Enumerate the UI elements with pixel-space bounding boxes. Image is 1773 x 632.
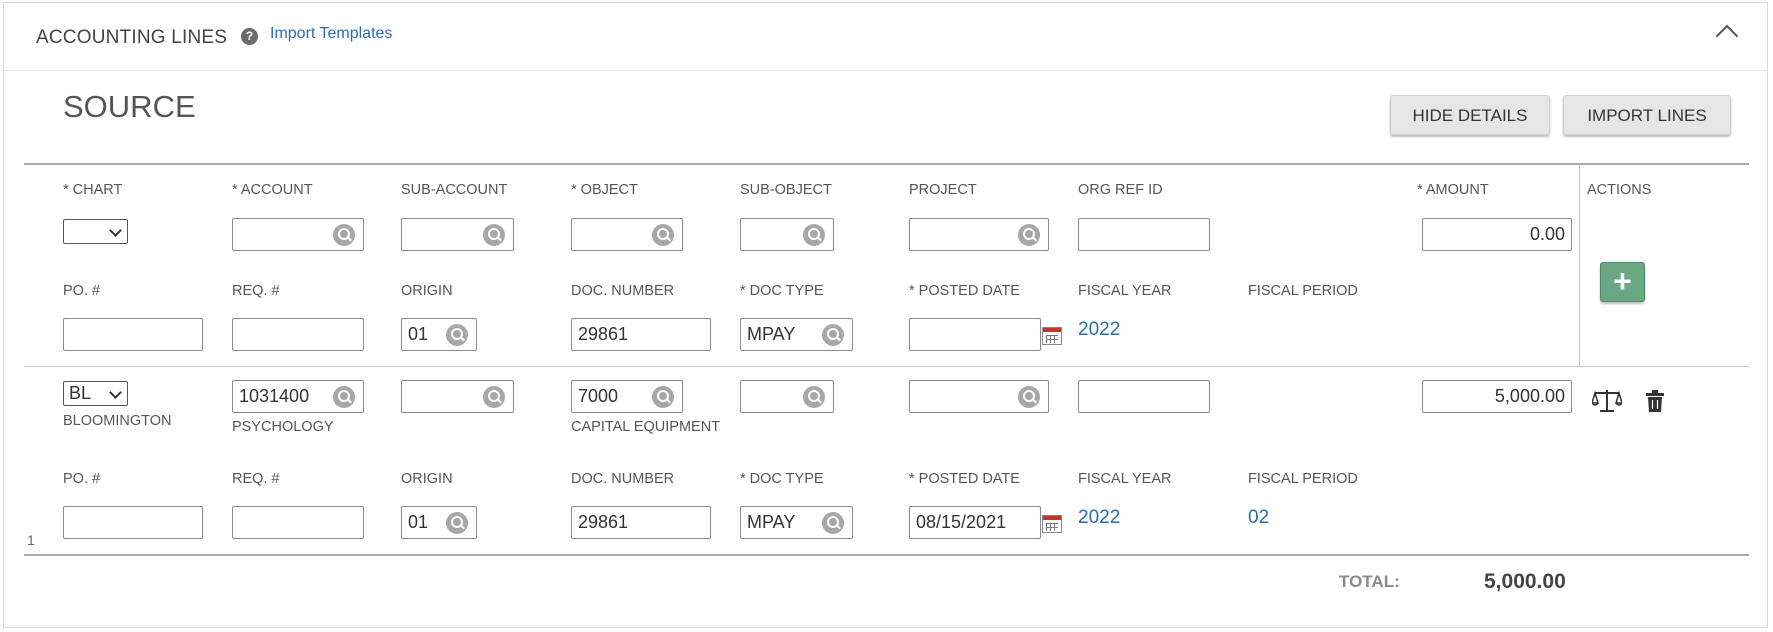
col-sub-object-label: SUB-OBJECT [740,182,832,198]
search-icon[interactable] [1018,386,1040,408]
line1-org-ref-id-input[interactable] [1078,380,1210,413]
help-icon[interactable]: ? [241,28,258,45]
line1-amount-input[interactable]: 5,000.00 [1422,380,1572,413]
line1-fiscal-period-value[interactable]: 02 [1248,507,1269,529]
line1-req-input[interactable] [232,506,364,539]
search-icon[interactable] [803,224,825,246]
header-divider [4,70,1768,71]
po-input[interactable] [63,318,203,351]
col-amount-label: * AMOUNT [1417,182,1489,198]
line1-chart-name: BLOOMINGTON [63,413,172,429]
search-icon[interactable] [1018,224,1040,246]
row-divider [24,366,1749,367]
req-label: REQ. # [232,283,280,299]
search-icon[interactable] [483,224,505,246]
fiscal-year-value[interactable]: 2022 [1078,319,1120,341]
line-number: 1 [27,532,35,548]
line1-po-label: PO. # [63,471,101,487]
line1-posted-date-label: * POSTED DATE [909,471,1020,487]
line1-object-name: CAPITAL EQUIPMENT [571,419,721,435]
hide-details-button[interactable]: HIDE DETAILS [1390,95,1550,135]
po-label: PO. # [63,283,101,299]
table-bottom-border [24,554,1749,556]
line1-fiscal-year-label: FISCAL YEAR [1078,471,1172,487]
col-account-label: * ACCOUNT [232,182,313,198]
line1-fiscal-year-value[interactable]: 2022 [1078,507,1120,529]
doc-type-label: * DOC TYPE [740,283,824,299]
line1-origin-label: ORIGIN [401,471,453,487]
search-icon[interactable] [822,324,844,346]
doc-number-label: DOC. NUMBER [571,283,675,299]
calendar-icon[interactable] [1042,327,1062,345]
line1-fiscal-period-label: FISCAL PERIOD [1248,471,1358,487]
doc-number-input[interactable]: 29861 [571,318,711,351]
search-icon[interactable] [483,386,505,408]
search-icon[interactable] [333,386,355,408]
search-icon[interactable] [446,512,468,534]
source-title: SOURCE [63,89,196,124]
total-value: 5,000.00 [1484,570,1566,593]
line1-doc-number-input[interactable]: 29861 [571,506,711,539]
chevron-down-icon [109,224,122,237]
req-input[interactable] [232,318,364,351]
amount-input[interactable]: 0.00 [1422,218,1572,251]
section-title: ACCOUNTING LINES [36,27,228,48]
balance-icon[interactable] [1592,388,1622,414]
line1-account-name: PSYCHOLOGY [232,419,334,435]
fiscal-period-label: FISCAL PERIOD [1248,283,1358,299]
search-icon[interactable] [652,224,674,246]
org-ref-id-input[interactable] [1078,218,1210,251]
col-chart-label: * CHART [63,182,123,198]
table-top-border [24,163,1749,165]
col-sub-account-label: SUB-ACCOUNT [401,182,508,198]
line1-po-input[interactable] [63,506,203,539]
col-org-ref-id-label: ORG REF ID [1078,182,1163,198]
calendar-icon[interactable] [1042,515,1062,533]
search-icon[interactable] [803,386,825,408]
chevron-down-icon [109,386,122,399]
col-object-label: * OBJECT [571,182,638,198]
actions-column-divider [1579,164,1580,366]
col-actions-label: ACTIONS [1587,182,1652,198]
origin-label: ORIGIN [401,283,453,299]
total-label: TOTAL: [1339,572,1400,591]
import-templates-link[interactable]: Import Templates [270,25,392,43]
search-icon[interactable] [822,512,844,534]
posted-date-label: * POSTED DATE [909,283,1020,299]
col-project-label: PROJECT [909,182,977,198]
line1-chart-select[interactable]: BL [63,381,128,406]
posted-date-input[interactable] [909,318,1041,351]
search-icon[interactable] [333,224,355,246]
line1-doc-type-label: * DOC TYPE [740,471,824,487]
search-icon[interactable] [652,386,674,408]
line1-doc-number-label: DOC. NUMBER [571,471,675,487]
line1-posted-date-input[interactable]: 08/15/2021 [909,506,1041,539]
trash-icon[interactable] [1646,390,1664,412]
import-lines-button[interactable]: IMPORT LINES [1563,95,1731,135]
line1-req-label: REQ. # [232,471,280,487]
fiscal-year-label: FISCAL YEAR [1078,283,1172,299]
search-icon[interactable] [446,324,468,346]
add-line-button[interactable]: + [1600,262,1645,302]
chart-select[interactable] [63,219,128,244]
